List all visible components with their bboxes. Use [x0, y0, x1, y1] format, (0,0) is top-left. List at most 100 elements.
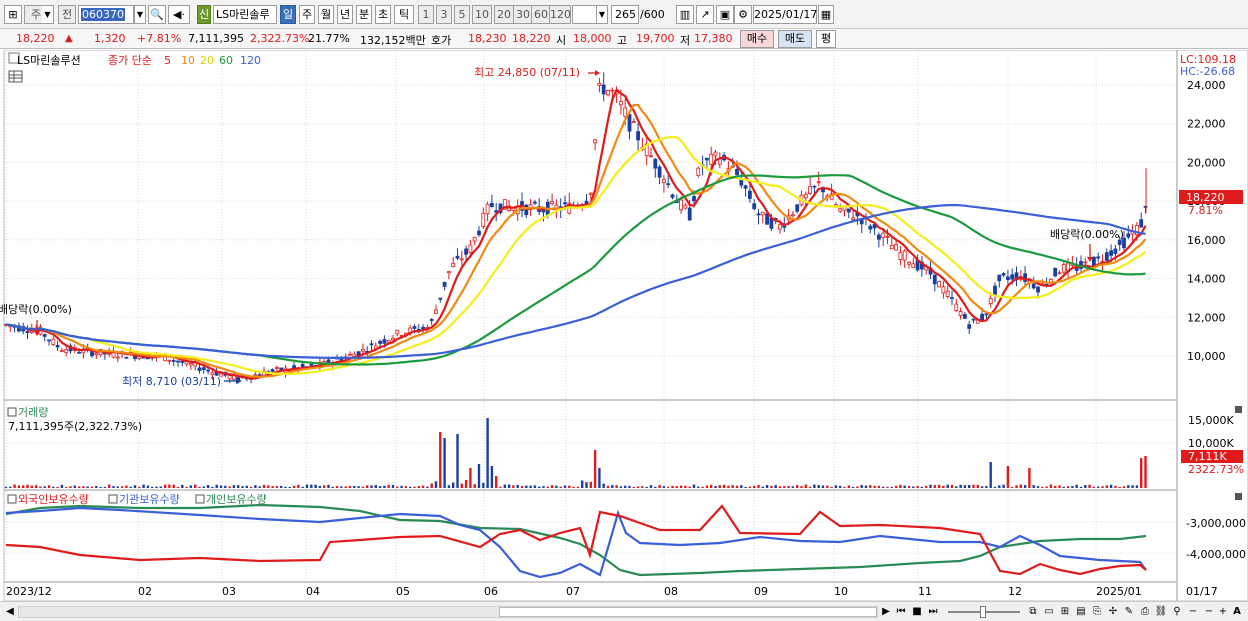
- quote-bar: 18,220 ▲ 1,320 +7.81% 7,111,395 2,322.73…: [0, 29, 1248, 49]
- interval-3[interactable]: 3: [436, 5, 452, 24]
- link-icon[interactable]: ⛓: [1154, 605, 1168, 619]
- stock-code-input[interactable]: 060370: [78, 5, 134, 24]
- layout-icon[interactable]: ⧉: [1026, 605, 1040, 619]
- tab-daily[interactable]: 일: [280, 5, 296, 24]
- current-price-tag-text: 18,220: [1186, 191, 1225, 204]
- current-price: 18,220: [16, 32, 55, 45]
- search-zoom-icon[interactable]: ⚲: [1170, 605, 1184, 619]
- legend-individual-holding: 개인보유수량: [206, 493, 267, 506]
- sell-button[interactable]: 매도: [778, 30, 812, 48]
- tab-monthly[interactable]: 월: [318, 5, 334, 24]
- tab-tick[interactable]: 틱: [394, 5, 414, 24]
- legend-ma-10: 10: [181, 54, 195, 67]
- volume-y-tick: 10,000K: [1188, 437, 1234, 450]
- dividend-right-annotation: 배당락(0.00%): [1050, 228, 1124, 241]
- zoom-in-icon[interactable]: +: [1216, 605, 1230, 619]
- volume-pct: 2,322.73%: [250, 32, 310, 45]
- zoom-slider-handle[interactable]: [980, 606, 986, 618]
- count-input[interactable]: 265: [611, 5, 639, 24]
- volume-tag-pct: 2322.73%: [1188, 463, 1244, 476]
- calendar-icon[interactable]: ▦: [818, 5, 834, 24]
- scroll-right-icon[interactable]: ▶: [880, 605, 892, 619]
- font-size-icon[interactable]: A: [1230, 605, 1244, 619]
- count-total: /600: [640, 8, 665, 21]
- volume-title: 거래량: [18, 406, 48, 419]
- print-icon[interactable]: ⎙: [1138, 605, 1152, 619]
- price-y-tick: 20,000: [1187, 156, 1226, 169]
- legend-ma-120: 120: [240, 54, 261, 67]
- stop-icon[interactable]: ■: [910, 605, 924, 619]
- tab-minute[interactable]: 분: [356, 5, 372, 24]
- interval-dropdown-chevron-icon[interactable]: ▼: [596, 5, 608, 24]
- low-annotation: 최저 8,710 (03/11): [122, 375, 221, 388]
- volume-legend-box-icon[interactable]: [7, 407, 17, 417]
- open-price: 18,000: [573, 32, 612, 45]
- buy-button[interactable]: 매수: [740, 30, 774, 48]
- x-axis-label: 02: [138, 585, 152, 598]
- chevron-down-icon[interactable]: ▼: [42, 5, 54, 24]
- interval-120[interactable]: 120: [549, 5, 571, 24]
- x-axis-label: 11: [918, 585, 932, 598]
- tab-second[interactable]: 초: [375, 5, 391, 24]
- holding-legend-box-icon[interactable]: [7, 494, 17, 504]
- x-axis-label: 2023/12: [6, 585, 52, 598]
- table-icon[interactable]: [8, 70, 23, 83]
- fast-forward-icon[interactable]: ⏭: [926, 605, 940, 619]
- holding-panel-close-icon[interactable]: [1235, 493, 1242, 500]
- holding-y-tick: -3,000,000: [1186, 517, 1246, 530]
- volume-value: 7,111,395주(2,322.73%): [8, 420, 142, 433]
- interval-10[interactable]: 10: [472, 5, 492, 24]
- interval-20[interactable]: 20: [494, 5, 514, 24]
- candle-type-icon[interactable]: ▥: [676, 5, 694, 24]
- pen-icon[interactable]: ✎: [1122, 605, 1136, 619]
- previous-button[interactable]: 전: [58, 5, 76, 24]
- save-icon[interactable]: ▣: [716, 5, 734, 24]
- legend-ma-label: 종가 단순: [108, 54, 152, 67]
- rewind-icon[interactable]: ⏮: [894, 605, 908, 619]
- code-dropdown-chevron-icon[interactable]: ▼: [134, 5, 146, 24]
- legend-institution-holding: 기관보유수량: [119, 493, 180, 506]
- chart-window: ⊞ 주 ▼ 전 060370 ▼ 🔍 ◀· 신 LS마린솔루 일 주 월 년 분…: [0, 0, 1248, 621]
- evaluate-button[interactable]: 평: [816, 30, 836, 48]
- x-axis-label: 08: [664, 585, 678, 598]
- export-icon[interactable]: ⎘: [1090, 605, 1104, 619]
- line-tool-icon[interactable]: ↗: [696, 5, 714, 24]
- window-tile-icon[interactable]: ▤: [1074, 605, 1088, 619]
- x-axis-label: 06: [484, 585, 498, 598]
- legend-ma-60: 60: [219, 54, 233, 67]
- scroll-left-icon[interactable]: ◀: [4, 605, 16, 619]
- x-axis-label: 09: [754, 585, 768, 598]
- interval-5[interactable]: 5: [454, 5, 470, 24]
- window-icon[interactable]: ⊞: [4, 5, 22, 24]
- x-axis-label: 05: [396, 585, 410, 598]
- tab-yearly[interactable]: 년: [337, 5, 353, 24]
- tab-weekly[interactable]: 주: [299, 5, 315, 24]
- scroll-thumb[interactable]: [499, 607, 877, 617]
- copy-icon[interactable]: ▭: [1042, 605, 1056, 619]
- speaker-icon[interactable]: ◀·: [168, 5, 190, 24]
- legend-foreign-holding: 외국인보유수량: [18, 493, 89, 506]
- price-y-tick: 14,000: [1187, 273, 1226, 286]
- new-badge: 신: [197, 5, 211, 24]
- price-y-tick: 16,000: [1187, 234, 1226, 247]
- hc-label: HC:-26.68: [1180, 65, 1235, 78]
- crosshair-icon[interactable]: ✢: [1106, 605, 1120, 619]
- interval-1[interactable]: 1: [418, 5, 434, 24]
- minus-icon[interactable]: −: [1202, 605, 1216, 619]
- settings-gear-icon[interactable]: ⚙: [734, 5, 752, 24]
- open-label: 시: [556, 34, 567, 47]
- chart-area[interactable]: LS마린솔루션 종가 단순 5 10 20 60 120 LC:109.18 H…: [0, 49, 1248, 602]
- interval-30[interactable]: 30: [513, 5, 533, 24]
- stock-name-field[interactable]: LS마린솔루: [213, 5, 277, 24]
- bottom-scrollbar[interactable]: ◀ ▶ ⏮ ■ ⏭ ⧉ ▭ ⊞ ▤ ⎘ ✢ ✎ ⎙ ⛓ ⚲ − − + A: [0, 601, 1248, 621]
- search-icon[interactable]: 🔍: [148, 5, 166, 24]
- high-label: 고: [617, 34, 628, 47]
- volume-panel-close-icon[interactable]: [1235, 406, 1242, 413]
- zoom-out-icon[interactable]: −: [1186, 605, 1200, 619]
- interval-60[interactable]: 60: [531, 5, 551, 24]
- volume-tag-text: 7,111K: [1188, 450, 1227, 463]
- scroll-track[interactable]: [18, 606, 878, 618]
- date-input[interactable]: 2025/01/17: [753, 5, 817, 24]
- x-axis-label: 04: [306, 585, 320, 598]
- grid-icon[interactable]: ⊞: [1058, 605, 1072, 619]
